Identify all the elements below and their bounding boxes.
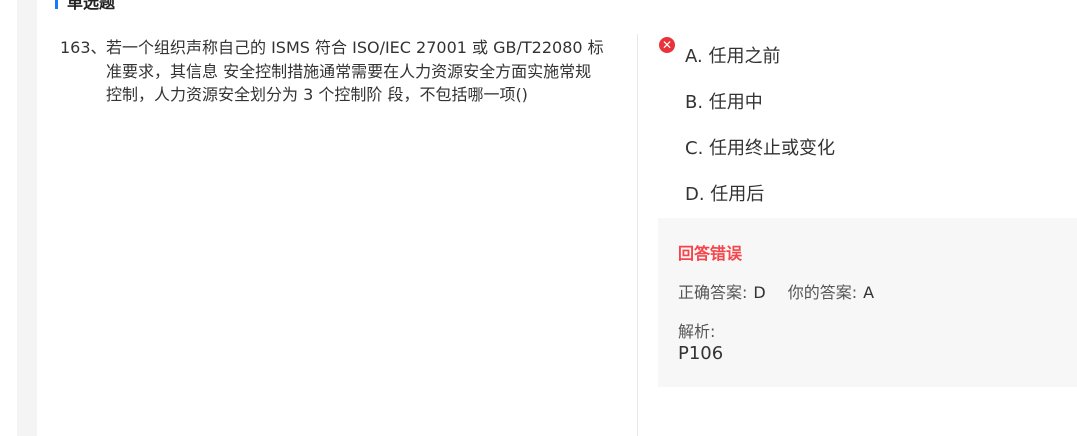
options-list: ✕ A. 任用之前 B. 任用中 C. 任用终止或变化 D. 任用后 [658,32,1058,216]
answer-result-panel: 回答错误 正确答案: D 你的答案: A 解析: P106 [658,218,1077,387]
question-number: 163、 [60,38,107,57]
answer-line: 正确答案: D 你的答案: A [678,279,874,303]
option-d[interactable]: D. 任用后 [658,170,1058,216]
your-answer-value: A [863,283,875,302]
analysis-label: 解析: [678,322,716,341]
correct-answer-value: D [753,283,766,302]
question-stem: 163、 若一个组织声称自己的 ISMS 符合 ISO/IEC 27001 或 … [60,36,605,107]
gutter-strip [17,0,37,436]
option-label: D. 任用后 [685,184,765,205]
section-title: 单选题 [67,0,116,12]
analysis-text: P106 [678,343,724,364]
result-status: 回答错误 [678,244,743,263]
column-divider [637,34,638,436]
option-label: B. 任用中 [685,92,763,113]
correct-answer-label: 正确答案: [678,283,748,302]
question-text: 若一个组织声称自己的 ISMS 符合 ISO/IEC 27001 或 GB/T2… [106,38,604,104]
section-header: 单选题 [55,0,115,12]
your-answer-label: 你的答案: [787,283,858,302]
option-b[interactable]: B. 任用中 [658,78,1058,124]
option-label: A. 任用之前 [685,46,781,67]
option-a[interactable]: ✕ A. 任用之前 [658,32,1058,78]
section-accent-bar [55,0,58,9]
option-c[interactable]: C. 任用终止或变化 [658,124,1058,170]
option-label: C. 任用终止或变化 [685,138,836,159]
exam-review-page: 单选题 163、 若一个组织声称自己的 ISMS 符合 ISO/IEC 2700… [0,0,1077,436]
left-gutter [0,0,17,436]
close-circle-icon: ✕ [659,37,675,53]
